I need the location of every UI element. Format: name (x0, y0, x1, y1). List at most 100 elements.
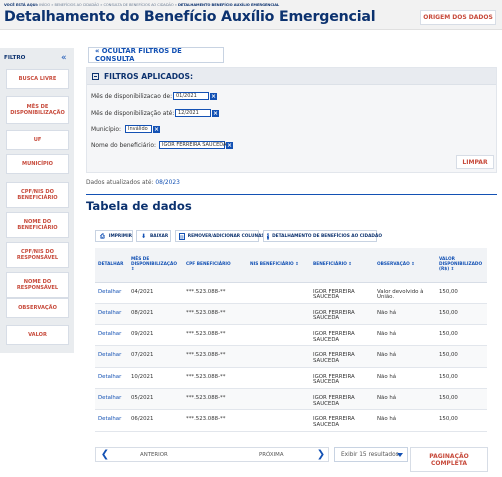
cell-cpf: ***.523.088-** (183, 345, 247, 368)
cell-value: 150,00 (436, 367, 487, 389)
cell-nis (247, 282, 310, 304)
download-icon: ⬇ (140, 232, 147, 240)
col-beneficiary[interactable]: BENEFICIÁRIO ⇕ (310, 248, 374, 283)
next-page-label[interactable]: PRÓXIMA (259, 452, 284, 458)
filter-from-chip: 01/2021 (173, 92, 209, 100)
cell-nis (247, 388, 310, 411)
cell-cpf: ***.523.088-** (183, 282, 247, 304)
page-title: Detalhamento do Benefício Auxílio Emerge… (4, 9, 376, 25)
sidebar-item-responsible-name[interactable]: NOME DO RESPONSÁVEL (6, 272, 69, 298)
sidebar-item-value[interactable]: VALOR (6, 325, 69, 345)
clear-filters-button[interactable]: LIMPAR (456, 155, 494, 169)
sidebar-title: FILTRO (4, 55, 26, 61)
cell-observation: Não há (374, 324, 436, 347)
table-title: Tabela de dados (86, 199, 192, 213)
chevron-left-icon[interactable]: ❮ (98, 447, 112, 462)
filter-from-label: Mês de disponibilizacao de: (91, 94, 173, 100)
detail-link[interactable]: Detalhar (95, 367, 128, 389)
detail-benefits-label: DETALHAMENTO DE BENEFÍCIOS AO CIDADÃO (272, 233, 382, 239)
sidebar-item-beneficiary-cpf[interactable]: CPF/NIS DO BENEFICIÁRIO (6, 182, 69, 208)
table-row: Detalhar 07/2021 ***.523.088-** IGOR FER… (95, 345, 487, 368)
detail-link[interactable]: Detalhar (95, 324, 128, 347)
sidebar-item-free-search[interactable]: BUSCA LIVRE (6, 69, 69, 89)
cell-month: 08/2021 (128, 303, 183, 326)
detail-link[interactable]: Detalhar (95, 388, 128, 411)
cell-month: 10/2021 (128, 367, 183, 389)
filters-title-bar[interactable]: FILTROS APLICADOS: (87, 68, 496, 85)
sidebar-item-observation[interactable]: OBSERVAÇÃO (6, 298, 69, 318)
table-row: Detalhar 08/2021 ***.523.088-** IGOR FER… (95, 303, 487, 326)
minus-icon[interactable] (92, 73, 99, 80)
filter-name-chip: IGOR FERREIRA SAUCEDA (159, 141, 226, 149)
cell-value: 150,00 (436, 345, 487, 368)
cell-month: 09/2021 (128, 324, 183, 347)
cell-cpf: ***.523.088-** (183, 388, 247, 411)
sidebar-item-city[interactable]: MUNICÍPIO (6, 154, 69, 174)
pagination-bar: ANTERIOR PRÓXIMA (95, 447, 329, 462)
cell-observation: Valor devolvido à União. (374, 282, 436, 304)
cell-month: 07/2021 (128, 345, 183, 368)
col-cpf: CPF BENEFICIÁRIO (183, 248, 247, 283)
sidebar-item-beneficiary-name[interactable]: NOME DO BENEFICIÁRIO (6, 212, 69, 238)
columns-button[interactable]: ▥ REMOVER/ADICIONAR COLUNAS (175, 230, 265, 242)
remove-name-icon[interactable]: × (226, 141, 233, 149)
cell-cpf: ***.523.088-** (183, 409, 247, 432)
col-month[interactable]: MÊS DE DISPONIBILIZAÇÃO ⇕ (128, 248, 183, 283)
previous-page-label[interactable]: ANTERIOR (140, 452, 168, 458)
applied-filters-panel: FILTROS APLICADOS: Mês de disponibilizac… (86, 67, 497, 173)
section-divider (86, 194, 497, 195)
cell-value: 150,00 (436, 324, 487, 347)
detail-link[interactable]: Detalhar (95, 409, 128, 432)
breadcrumb: VOCÊ ESTÁ AQUI: INÍCIO » BENEFÍCIOS AO C… (4, 3, 279, 7)
detail-benefits-button[interactable]: ‹ DETALHAMENTO DE BENEFÍCIOS AO CIDADÃO (263, 230, 382, 242)
detail-link[interactable]: Detalhar (95, 345, 128, 368)
cell-observation: Não há (374, 367, 436, 389)
breadcrumb-trail[interactable]: INÍCIO » BENEFÍCIOS AO CIDADÃO » CONSULT… (39, 3, 177, 7)
remove-from-icon[interactable]: × (210, 92, 217, 100)
sidebar-item-responsible-cpf[interactable]: CPF/NIS DO RESPONSÁVEL (6, 242, 69, 268)
download-button[interactable]: ⬇ BAIXAR (136, 230, 171, 242)
remove-city-icon[interactable]: × (153, 125, 160, 133)
collapse-icon[interactable]: « (61, 54, 67, 63)
detail-link[interactable]: Detalhar (95, 303, 128, 326)
cell-value: 150,00 (436, 388, 487, 411)
origin-data-button[interactable]: ORIGEM DOS DADOS (420, 10, 496, 25)
hide-filters-button[interactable]: « OCULTAR FILTROS DE CONSULTA (88, 47, 224, 63)
cell-observation: Não há (374, 303, 436, 326)
printer-icon: ⎙ (100, 232, 105, 240)
cell-observation: Não há (374, 388, 436, 411)
detail-link[interactable]: Detalhar (95, 282, 128, 304)
remove-to-icon[interactable]: × (212, 109, 219, 117)
full-pagination-button[interactable]: PAGINAÇÃO COMPLETA (410, 447, 488, 472)
cell-month: 06/2021 (128, 409, 183, 432)
filters-title: FILTROS APLICADOS: (104, 72, 194, 81)
filter-sidebar: FILTRO « BUSCA LIVRE MÊS DE DISPONIBILIZ… (0, 48, 74, 353)
updated-label: Dados atualizados até: (86, 180, 154, 186)
chevron-right-icon[interactable]: ❯ (314, 447, 328, 462)
filter-to-chip: 12/2021 (175, 109, 211, 117)
col-detail: DETALHAR (95, 248, 128, 283)
filter-city-chip: Inválido (125, 125, 152, 133)
cell-beneficiary: IGOR FERREIRA SAUCEDA (310, 303, 374, 326)
sidebar-item-month[interactable]: MÊS DE DISPONIBILIZAÇÃO (6, 96, 69, 124)
cell-cpf: ***.523.088-** (183, 303, 247, 326)
sidebar-item-uf[interactable]: UF (6, 130, 69, 150)
cell-beneficiary: IGOR FERREIRA SAUCEDA (310, 388, 374, 411)
cell-month: 04/2021 (128, 282, 183, 304)
table-header-row: DETALHAR MÊS DE DISPONIBILIZAÇÃO ⇕ CPF B… (95, 248, 487, 283)
cell-observation: Não há (374, 345, 436, 368)
cell-nis (247, 345, 310, 368)
table-row: Detalhar 09/2021 ***.523.088-** IGOR FER… (95, 324, 487, 347)
cell-cpf: ***.523.088-** (183, 324, 247, 347)
cell-beneficiary: IGOR FERREIRA SAUCEDA (310, 282, 374, 304)
col-value[interactable]: VALOR DISPONIBILIZADO (R$) ⇕ (436, 248, 487, 283)
breadcrumb-prefix: VOCÊ ESTÁ AQUI: (4, 3, 39, 7)
col-observation[interactable]: OBSERVAÇÃO ⇕ (374, 248, 436, 283)
data-table: DETALHAR MÊS DE DISPONIBILIZAÇÃO ⇕ CPF B… (95, 248, 487, 432)
print-button[interactable]: ⎙ IMPRIMIR (95, 230, 133, 242)
results-per-page-select[interactable]: Exibir 15 resultados (334, 447, 408, 462)
cell-nis (247, 367, 310, 389)
col-nis[interactable]: NIS BENEFICIÁRIO ⇕ (247, 248, 310, 283)
updated-date: 08/2023 (155, 180, 180, 186)
cell-value: 150,00 (436, 303, 487, 326)
